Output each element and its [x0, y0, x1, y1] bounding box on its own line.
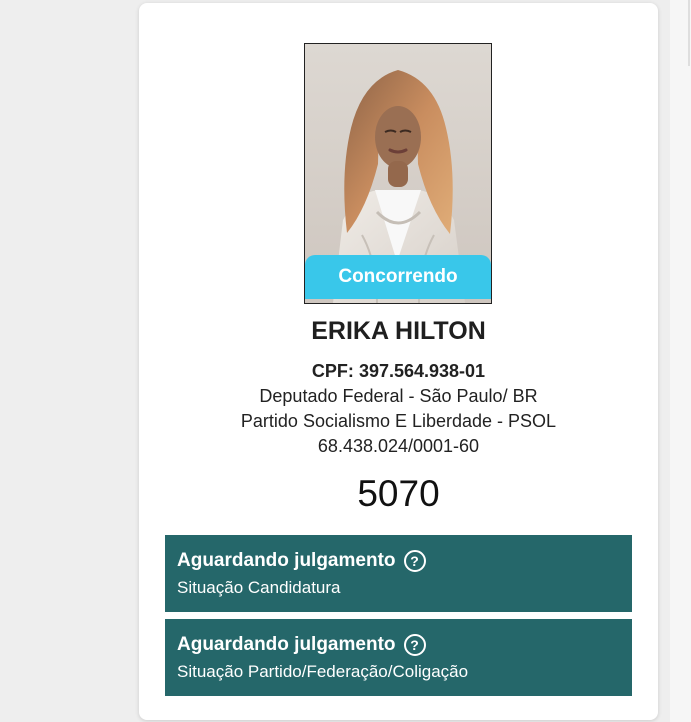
candidate-photo: Concorrendo	[304, 43, 492, 304]
candidacy-status-subtitle: Situação Candidatura	[177, 578, 341, 597]
candidate-number: 5070	[357, 473, 440, 514]
party-status-title-row: Aguardando julgamento ?	[177, 632, 620, 658]
candidate-name: ERIKA HILTON	[311, 317, 486, 345]
candidacy-status-title: Aguardando julgamento	[177, 550, 396, 571]
party-status-title: Aguardando julgamento	[177, 634, 396, 655]
candidate-cpf: CPF: 397.564.938-01	[139, 361, 658, 382]
right-scroll-area	[670, 0, 691, 722]
party-status-card: Aguardando julgamento ? Situação Partido…	[165, 619, 632, 696]
cpf-label: CPF:	[311, 361, 354, 381]
candidate-party: Partido Socialismo E Liberdade - PSOL	[240, 411, 557, 431]
candidate-cnpj: 68.438.024/0001-60	[317, 436, 480, 456]
help-icon[interactable]: ?	[403, 550, 426, 572]
party-status-subtitle: Situação Partido/Federação/Coligação	[177, 662, 469, 681]
candidate-role: Deputado Federal - São Paulo/ BR	[259, 386, 538, 406]
candidacy-status-card: Aguardando julgamento ? Situação Candida…	[165, 535, 632, 612]
candidacy-status-title-row: Aguardando julgamento ?	[177, 548, 620, 574]
cpf-value: 397.564.938-01	[358, 361, 486, 381]
candidate-card: Concorrendo ERIKA HILTON CPF: 397.564.93…	[139, 3, 658, 720]
candidate-status-badge: Concorrendo	[305, 255, 491, 299]
help-icon[interactable]: ?	[403, 634, 426, 656]
